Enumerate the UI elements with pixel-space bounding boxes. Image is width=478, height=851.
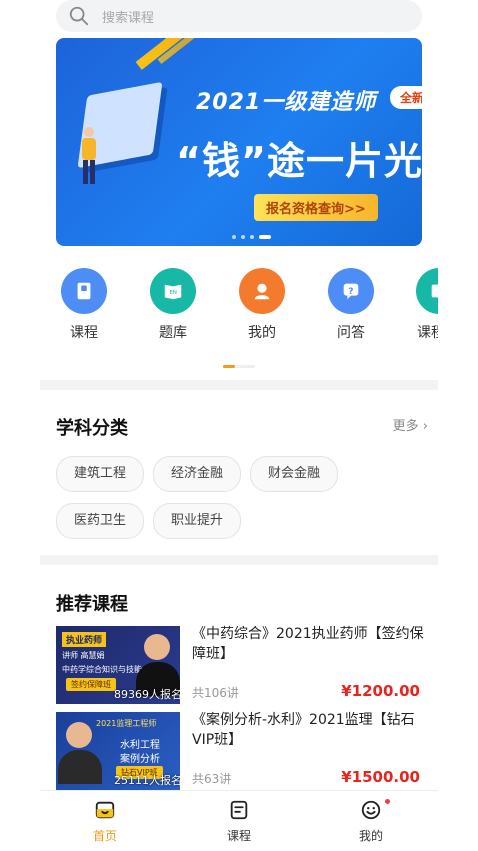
en-book-icon: EN bbox=[150, 268, 196, 314]
question-icon: ? bbox=[328, 268, 374, 314]
course-price: ¥1200.00 bbox=[341, 682, 420, 700]
banner-dot[interactable] bbox=[250, 235, 254, 239]
banner-title: 2021一级建造师 bbox=[196, 90, 377, 115]
quick-nav-item-question-bank[interactable]: EN 题库 bbox=[133, 268, 213, 342]
tab-course[interactable]: 课程 bbox=[199, 799, 279, 844]
thumb-line: 水利工程 bbox=[120, 740, 160, 751]
recommend-title: 推荐课程 bbox=[56, 594, 128, 615]
course-lessons: 共106讲 bbox=[192, 686, 239, 700]
subject-chip[interactable]: 经济金融 bbox=[153, 456, 241, 492]
search-icon bbox=[69, 6, 89, 26]
notification-dot bbox=[385, 799, 390, 804]
banner-pagination bbox=[232, 235, 271, 239]
tab-home[interactable]: 首页 bbox=[65, 799, 145, 844]
quick-nav-indicator-active bbox=[223, 365, 235, 368]
section-divider bbox=[40, 380, 438, 390]
banner-slogan: “钱”途一片光明 bbox=[176, 139, 422, 183]
quick-nav-item-qa[interactable]: ? 问答 bbox=[311, 268, 391, 342]
tab-label: 首页 bbox=[92, 829, 117, 843]
course-title[interactable]: 《案例分析-水利》2021监理【钻石VIP班】 bbox=[192, 710, 424, 750]
thumb-tag: 2021监理工程师 bbox=[96, 719, 157, 728]
subject-chip[interactable]: 职业提升 bbox=[153, 503, 241, 539]
section-divider bbox=[40, 555, 438, 565]
smile-icon bbox=[361, 800, 381, 820]
course-thumbnail: 执业药师 讲师 高慧娟 中药学综合知识与技能 签约保障班 89369人报名 bbox=[56, 626, 180, 704]
quick-nav-label: 我的 bbox=[248, 325, 276, 341]
promo-banner[interactable]: 2021一级建造师 全新课程 “钱”途一片光明 报名资格查询>> bbox=[56, 38, 422, 246]
search-bar[interactable]: 搜索课程 bbox=[56, 0, 422, 32]
quick-nav-indicator bbox=[223, 365, 255, 368]
tab-mine[interactable]: 我的 bbox=[331, 799, 411, 844]
subject-chip[interactable]: 医药卫生 bbox=[56, 503, 144, 539]
tab-label: 课程 bbox=[226, 829, 251, 843]
book-icon bbox=[61, 268, 107, 314]
teacher-body bbox=[58, 750, 102, 784]
thumb-line: 中药学综合知识与技能 bbox=[62, 665, 142, 674]
enroll-count: 89369人报名 bbox=[114, 688, 180, 701]
user-icon bbox=[239, 268, 285, 314]
banner-dot[interactable] bbox=[241, 235, 245, 239]
quick-nav-item-mine[interactable]: 我的 bbox=[222, 268, 302, 342]
home-icon bbox=[95, 801, 115, 819]
banner-tag: 全新课程 bbox=[390, 86, 422, 109]
course-icon bbox=[230, 800, 248, 820]
banner-dot[interactable] bbox=[232, 235, 236, 239]
quick-nav-item-course-2[interactable]: 课程 bbox=[400, 268, 438, 342]
thumb-tag: 执业药师 bbox=[62, 632, 107, 647]
thumb-line: 讲师 高慧娟 bbox=[62, 651, 105, 660]
teacher-avatar bbox=[66, 722, 92, 748]
course-lessons: 共63讲 bbox=[192, 772, 232, 786]
search-placeholder: 搜索课程 bbox=[102, 10, 155, 26]
course-card[interactable]: 执业药师 讲师 高慧娟 中药学综合知识与技能 签约保障班 89369人报名 《中… bbox=[56, 624, 424, 706]
course-title[interactable]: 《中药综合》2021执业药师【签约保障班】 bbox=[192, 624, 424, 664]
subjects-more-link[interactable]: 更多 › bbox=[393, 415, 428, 434]
course-price: ¥1500.00 bbox=[341, 768, 420, 786]
play-icon bbox=[416, 268, 438, 314]
home-page: 搜索课程 2021一级建造师 全新课程 “钱”途一片光明 报名资格查询>> 课程… bbox=[40, 0, 438, 851]
thumb-badge: 签约保障班 bbox=[66, 678, 116, 691]
quick-nav-item-course[interactable]: 课程 bbox=[44, 268, 124, 342]
subject-chip[interactable]: 财会金融 bbox=[250, 456, 338, 492]
enroll-count: 25111人报名 bbox=[114, 774, 180, 787]
bottom-tab-bar: 首页 课程 我的 bbox=[40, 790, 438, 851]
quick-nav: 课程 EN 题库 我的 ? 问答 课程 bbox=[40, 268, 438, 348]
course-thumbnail: 2021监理工程师 水利工程 案例分析 钻石VIP班 25111人报名 bbox=[56, 712, 180, 790]
svg-text:?: ? bbox=[348, 286, 353, 297]
quick-nav-label: 课程 bbox=[417, 325, 438, 341]
banner-cta-button[interactable]: 报名资格查询>> bbox=[254, 194, 378, 221]
teacher-avatar bbox=[144, 634, 170, 660]
quick-nav-label: 问答 bbox=[337, 325, 365, 341]
quick-nav-label: 题库 bbox=[159, 325, 187, 341]
subjects-title: 学科分类 bbox=[56, 418, 128, 439]
svg-text:EN: EN bbox=[169, 290, 177, 296]
thumb-line: 案例分析 bbox=[120, 754, 160, 765]
course-card[interactable]: 2021监理工程师 水利工程 案例分析 钻石VIP班 25111人报名 《案例分… bbox=[56, 712, 422, 792]
tab-label: 我的 bbox=[358, 829, 383, 843]
quick-nav-label: 课程 bbox=[70, 325, 98, 341]
person-illustration-icon bbox=[82, 127, 96, 184]
banner-dot-active[interactable] bbox=[259, 235, 271, 239]
subject-chip[interactable]: 建筑工程 bbox=[56, 456, 144, 492]
